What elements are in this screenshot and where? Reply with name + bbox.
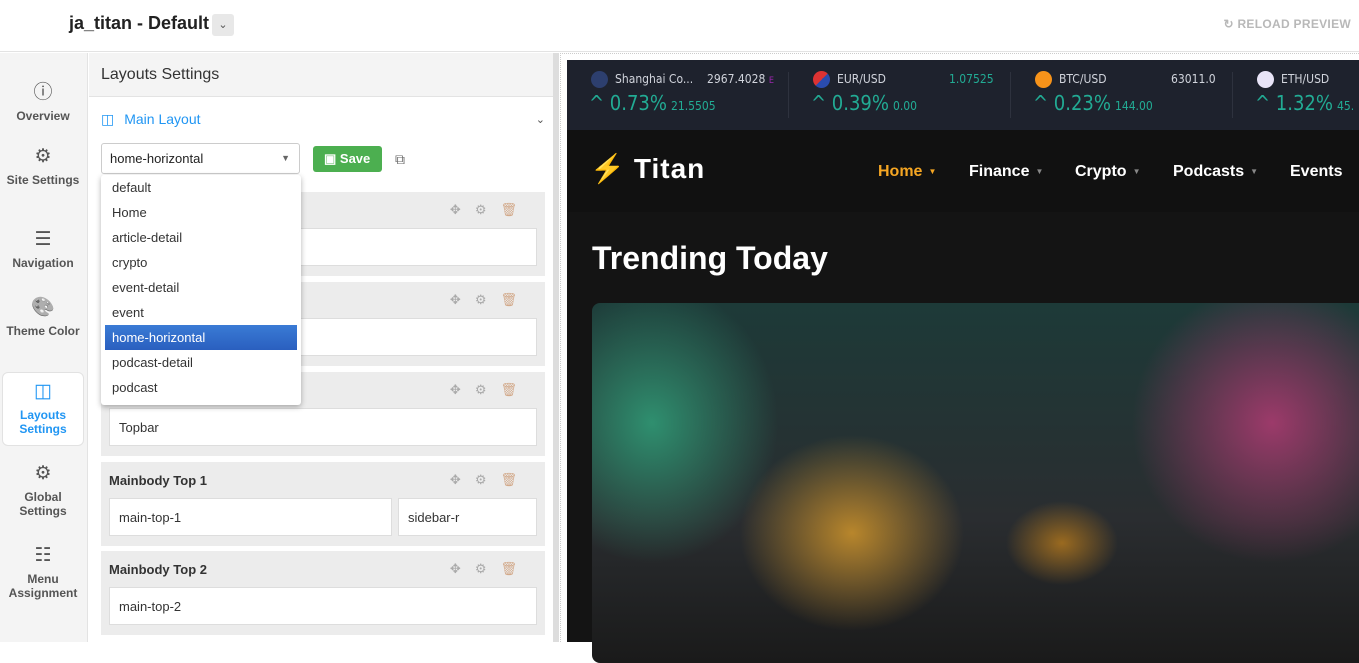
columns-icon: ◫ <box>34 381 52 402</box>
option-crypto[interactable]: crypto <box>101 250 301 275</box>
layout-dropdown-list: default Home article-detail crypto event… <box>101 175 301 405</box>
ethereum-icon <box>1257 71 1274 88</box>
up-arrow-icon: ^ <box>589 91 610 115</box>
block-tools: ✥⚙🗑 <box>450 202 531 218</box>
move-icon[interactable]: ✥ <box>450 382 475 397</box>
block-tools: ✥⚙🗑 <box>450 472 531 488</box>
section-heading: Trending Today <box>592 240 828 276</box>
palette-icon: 🎨 <box>31 297 55 318</box>
sidebar-item-site-settings[interactable]: ⚙ Site Settings <box>2 145 84 187</box>
gears-icon: ⚙ <box>34 463 52 484</box>
option-home[interactable]: Home <box>101 200 301 225</box>
columns-icon: ◫ <box>101 111 115 127</box>
gear-icon[interactable]: ⚙ <box>475 202 501 217</box>
option-article-detail[interactable]: article-detail <box>101 225 301 250</box>
save-icon: ▣ <box>324 151 340 166</box>
block-title: Mainbody Top 2 <box>109 562 207 577</box>
trash-icon[interactable]: 🗑 <box>500 292 531 307</box>
sidebar-item-navigation[interactable]: ☰ Navigation <box>2 228 84 270</box>
sidebar-item-global-settings[interactable]: ⚙ Global Settings <box>2 462 84 518</box>
titan-logo-icon: ⚡ <box>590 153 626 184</box>
ticker-item[interactable]: BTC/USD 63011.0 ^ 0.23% 144.00 <box>1011 60 1233 130</box>
chevron-down-icon[interactable]: ⌄ <box>536 113 545 126</box>
trash-icon[interactable]: 🗑 <box>500 472 531 487</box>
site-logo[interactable]: ⚡ Titan <box>590 152 705 185</box>
block-tools: ✥⚙🗑 <box>450 561 531 577</box>
menu-crypto[interactable]: Crypto ▼ <box>1075 163 1140 181</box>
menu-events[interactable]: Events <box>1290 163 1342 181</box>
position-slot[interactable]: sidebar-r <box>398 498 537 536</box>
checklist-icon: ☷ <box>34 545 52 566</box>
copy-icon[interactable]: ⧉ <box>395 151 405 168</box>
option-podcast[interactable]: podcast <box>101 375 301 400</box>
layout-select[interactable]: home-horizontal ▼ <box>101 143 300 174</box>
preview-content: Trending Today <box>567 212 1359 663</box>
gear-icon: ⚙ <box>34 146 52 167</box>
sidebar-item-menu-assignment[interactable]: ☷ Menu Assignment <box>2 544 84 600</box>
resize-handle[interactable] <box>553 53 559 642</box>
layout-block: Mainbody Top 2 ✥⚙🗑 main-top-2 <box>101 551 545 635</box>
caret-down-icon: ▼ <box>281 153 290 163</box>
move-icon[interactable]: ✥ <box>450 202 475 217</box>
up-arrow-icon: ^ <box>811 91 832 115</box>
option-event[interactable]: event <box>101 300 301 325</box>
up-arrow-icon: ^ <box>1033 91 1054 115</box>
menu-icon: ☰ <box>34 229 52 250</box>
main-layout-toggle[interactable]: ◫ Main Layout <box>101 111 201 128</box>
top-bar: ja_titan - Default ⌄ ↻ RELOAD PREVIEW <box>0 0 1359 52</box>
ticker-item[interactable]: Shanghai Co... 2967.4028 E ^ 0.73% 21.550… <box>567 60 789 130</box>
trash-icon[interactable]: 🗑 <box>500 561 531 576</box>
option-default[interactable]: default <box>101 175 301 200</box>
option-home-horizontal[interactable]: home-horizontal <box>105 325 297 350</box>
position-slot[interactable]: main-top-2 <box>109 587 537 625</box>
ticker-item[interactable]: EUR/USD 1.07525 ^ 0.39% 0.00 <box>789 60 1011 130</box>
bitcoin-icon <box>1035 71 1052 88</box>
gear-icon[interactable]: ⚙ <box>475 561 501 576</box>
move-icon[interactable]: ✥ <box>450 561 475 576</box>
layout-block: Mainbody Top 1 ✥⚙🗑 main-top-1 sidebar-r <box>101 462 545 546</box>
menu-finance[interactable]: Finance ▼ <box>969 163 1043 181</box>
reload-icon: ↻ <box>1223 17 1238 31</box>
sidebar-item-layouts-settings[interactable]: ◫ Layouts Settings <box>2 372 84 446</box>
shanghai-logo-icon <box>591 71 608 88</box>
menu-home[interactable]: Home ▼ <box>878 163 936 181</box>
sidebar-item-overview[interactable]: ⓘ Overview <box>2 77 84 123</box>
block-title: Mainbody Top 1 <box>109 473 207 488</box>
save-button[interactable]: ▣ Save <box>313 146 382 172</box>
panel-title: Layouts Settings <box>89 53 553 97</box>
ticker-item[interactable]: ETH/USD ^ 1.32% 45. <box>1233 60 1359 130</box>
template-title: ja_titan - Default <box>69 13 210 33</box>
gear-icon[interactable]: ⚙ <box>475 382 501 397</box>
gear-icon[interactable]: ⚙ <box>475 472 501 487</box>
ticker-bar: Shanghai Co... 2967.4028 E ^ 0.73% 21.550… <box>567 60 1359 130</box>
trash-icon[interactable]: 🗑 <box>500 202 531 217</box>
sidebar: ⓘ Overview ⚙ Site Settings ☰ Navigation 🎨 Th… <box>0 53 88 642</box>
site-navbar: ⚡ Titan Home ▼ Finance ▼ Crypto ▼ Podcasts ▼ … <box>567 130 1359 212</box>
reload-preview-button[interactable]: ↻ RELOAD PREVIEW <box>1223 17 1351 31</box>
menu-podcasts[interactable]: Podcasts ▼ <box>1173 163 1258 181</box>
sidebar-item-theme-color[interactable]: 🎨 Theme Color <box>2 295 84 338</box>
block-tools: ✥⚙🗑 <box>450 292 531 308</box>
eur-usd-flag-icon <box>813 71 830 88</box>
trash-icon[interactable]: 🗑 <box>500 382 531 397</box>
block-tools: ✥⚙🗑 <box>450 382 531 398</box>
move-icon[interactable]: ✥ <box>450 472 475 487</box>
gear-icon[interactable]: ⚙ <box>475 292 501 307</box>
move-icon[interactable]: ✥ <box>450 292 475 307</box>
info-icon: ⓘ <box>33 82 53 103</box>
option-event-detail[interactable]: event-detail <box>101 275 301 300</box>
hero-image-bull[interactable] <box>592 303 1359 663</box>
position-slot[interactable]: main-top-1 <box>109 498 392 536</box>
option-podcast-detail[interactable]: podcast-detail <box>101 350 301 375</box>
template-dropdown-button[interactable]: ⌄ <box>212 14 234 36</box>
up-arrow-icon: ^ <box>1255 91 1276 115</box>
position-slot[interactable]: Topbar <box>109 408 537 446</box>
